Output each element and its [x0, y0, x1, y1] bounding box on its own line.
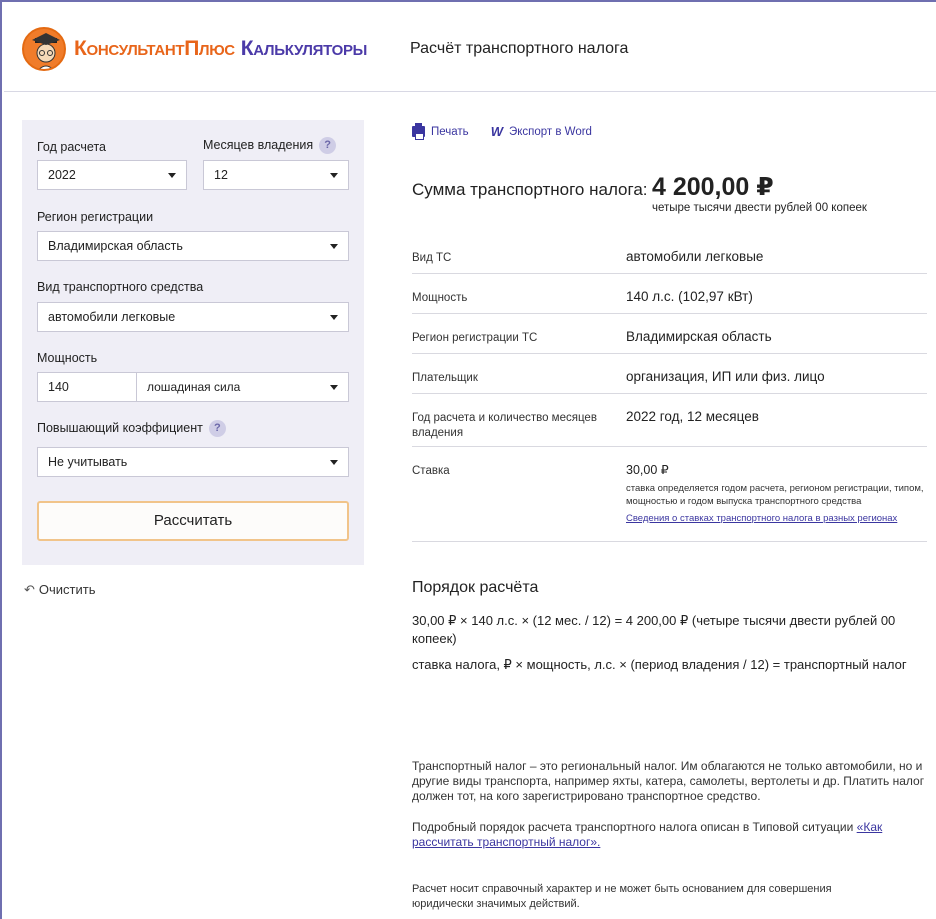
row-label: Регион регистрации ТС — [412, 332, 538, 344]
region-label: Регион регистрации — [37, 210, 154, 224]
chevron-down-icon — [330, 460, 338, 465]
months-select-value: 12 — [214, 168, 228, 182]
logo-text-product: Калькуляторы — [240, 37, 368, 60]
disclaimer: Расчет носит справочный характер и не мо… — [412, 883, 832, 910]
page-title: Расчёт транспортного налога — [410, 40, 629, 57]
power-label: Мощность — [37, 351, 98, 365]
months-select[interactable]: 12 — [203, 160, 349, 190]
rates-info-link[interactable]: Сведения о ставках транспортного налога … — [626, 513, 897, 524]
info-paragraph-link-wrap: Подробный порядок расчета транспортного … — [412, 820, 922, 850]
sum-label: Сумма транспортного налога: — [412, 180, 648, 199]
undo-icon: ↶ — [24, 582, 35, 597]
year-select[interactable]: 2022 — [37, 160, 187, 190]
export-word-link[interactable]: W Экспорт в Word — [491, 124, 592, 139]
chevron-down-icon — [330, 244, 338, 249]
result-table: Вид ТС автомобили легковые Мощность 140 … — [412, 234, 927, 542]
power-input-value: 140 — [48, 380, 69, 394]
calculate-button[interactable]: Рассчитать — [37, 501, 349, 541]
months-label-wrap: Месяцев владения? — [203, 137, 337, 154]
coef-help-icon[interactable]: ? — [208, 420, 226, 437]
info-paragraph: Транспортный налог – это региональный на… — [412, 759, 925, 803]
logo[interactable]: КонсультантПлюс Калькуляторы — [22, 24, 367, 74]
formula-words: ставка налога, ₽ × мощность, л.с. × (пер… — [412, 657, 907, 672]
rate-note: ставка определяется годом расчета, регио… — [626, 483, 924, 507]
vehicle-type-select[interactable]: автомобили легковые — [37, 302, 349, 332]
print-link[interactable]: Печать — [412, 123, 469, 140]
sum-value: 4 200,00 ₽ — [652, 173, 774, 201]
months-label: Месяцев владения — [203, 137, 314, 152]
sum-words: четыре тысячи двести рублей 00 копеек — [652, 202, 867, 214]
coef-select[interactable]: Не учитывать — [37, 447, 349, 477]
power-unit-select[interactable]: лошадиная сила — [136, 372, 349, 402]
table-row: Плательщик организация, ИП или физ. лицо — [412, 354, 927, 394]
chevron-down-icon — [168, 173, 176, 178]
row-value: организация, ИП или физ. лицо — [626, 369, 825, 384]
row-label: Мощность — [412, 292, 468, 304]
row-value: автомобили легковые — [626, 249, 764, 264]
coef-label-wrap: Повышающий коэффициент? — [37, 420, 226, 437]
coef-select-value: Не учитывать — [48, 455, 128, 469]
logo-text-brand: КонсультантПлюс — [74, 37, 235, 60]
chevron-down-icon — [330, 315, 338, 320]
printer-icon — [412, 123, 425, 140]
app-frame: КонсультантПлюс Калькуляторы Расчёт транс… — [0, 0, 936, 919]
power-unit-select-value: лошадиная сила — [147, 380, 241, 394]
table-row: Регион регистрации ТС Владимирская облас… — [412, 314, 927, 354]
info-paragraph-text: Подробный порядок расчета транспортного … — [412, 820, 857, 834]
row-value: 2022 год, 12 месяцев — [626, 409, 759, 424]
table-row: Мощность 140 л.с. (102,97 кВт) — [412, 274, 927, 314]
export-word-label: Экспорт в Word — [508, 125, 592, 138]
export-toolbar: Печать W Экспорт в Word — [412, 123, 592, 140]
region-select[interactable]: Владимирская область — [37, 231, 349, 261]
year-label: Год расчета — [37, 140, 106, 154]
row-label: Ставка — [412, 465, 450, 477]
chevron-down-icon — [330, 173, 338, 178]
clear-button[interactable]: ↶ Очистить — [24, 582, 96, 598]
table-row: Вид ТС автомобили легковые — [412, 234, 927, 274]
months-help-icon[interactable]: ? — [319, 137, 337, 154]
row-value: 140 л.с. (102,97 кВт) — [626, 289, 753, 304]
region-select-value: Владимирская область — [48, 239, 183, 253]
table-row: Ставка 30,00 ₽ ставка определяется годом… — [412, 447, 927, 542]
formula-values: 30,00 ₽ × 140 л.с. × (12 мес. / 12) = 4 … — [412, 613, 896, 646]
row-label: Плательщик — [412, 372, 478, 384]
year-select-value: 2022 — [48, 168, 76, 182]
logo-professor-icon — [22, 27, 66, 71]
table-row: Год расчета и количество месяцев владени… — [412, 394, 927, 447]
power-input[interactable]: 140 — [37, 372, 137, 402]
word-icon: W — [490, 124, 503, 139]
logo-text: КонсультантПлюс Калькуляторы — [74, 37, 367, 61]
row-value: Владимирская область — [626, 329, 772, 344]
row-label: Год расчета и количество месяцев владени… — [412, 412, 597, 439]
calculator-form: Год расчета Месяцев владения? 2022 12 Ре… — [22, 120, 364, 565]
order-title: Порядок расчёта — [412, 579, 539, 596]
row-label: Вид ТС — [412, 252, 452, 264]
clear-label: Очистить — [38, 582, 96, 597]
chevron-down-icon — [330, 385, 338, 390]
print-label: Печать — [431, 125, 469, 138]
vehicle-type-label: Вид транспортного средства — [37, 280, 204, 294]
header: КонсультантПлюс Калькуляторы Расчёт транс… — [4, 4, 936, 92]
row-value: 30,00 ₽ — [626, 463, 669, 477]
vehicle-type-select-value: автомобили легковые — [48, 310, 176, 324]
coef-label: Повышающий коэффициент — [37, 420, 203, 435]
